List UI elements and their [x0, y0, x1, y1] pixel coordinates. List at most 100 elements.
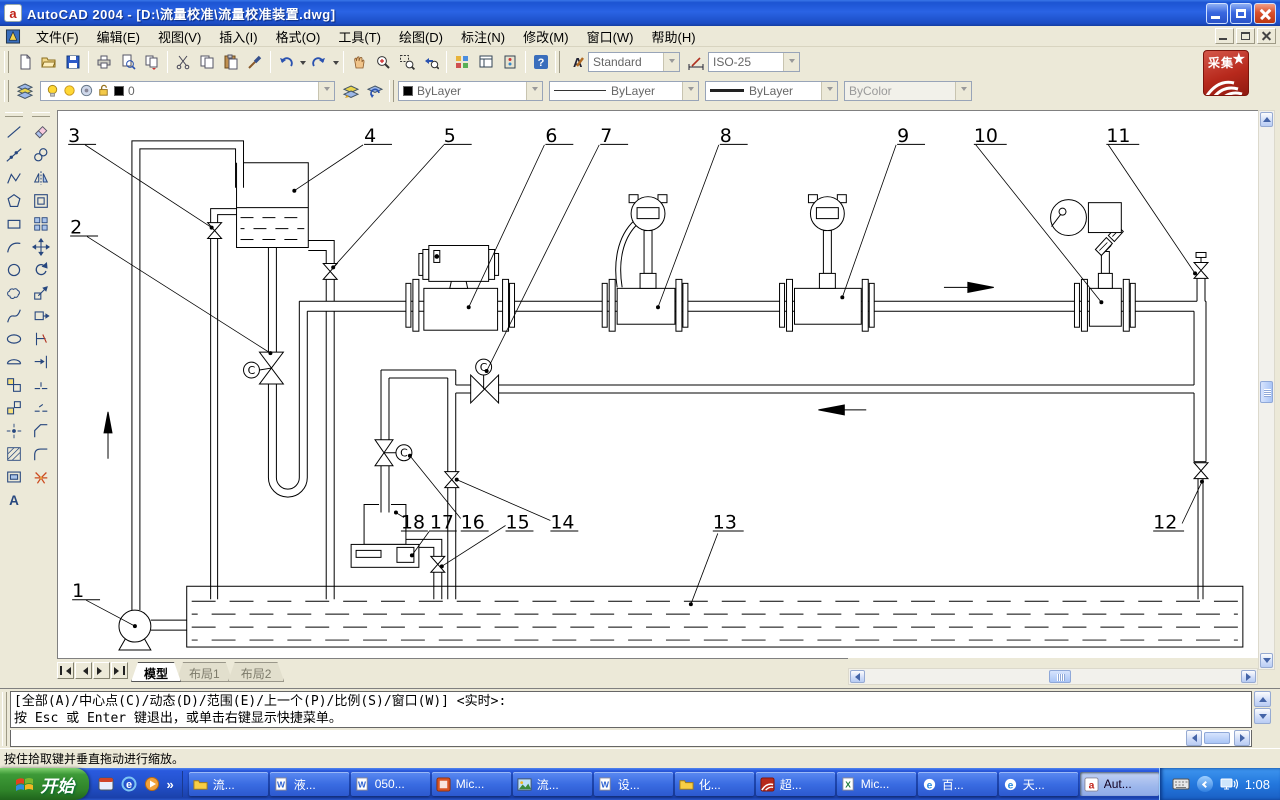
modify-erase-button[interactable]: [29, 120, 53, 143]
menu-view[interactable]: 视图(V): [149, 25, 210, 48]
text-style-combo[interactable]: Standard: [588, 52, 680, 72]
taskbar-task-autocad[interactable]: aAut...: [1080, 772, 1159, 796]
taskbar-task-app-red[interactable]: Mic...: [432, 772, 511, 796]
undo-dropdown[interactable]: [298, 50, 307, 74]
close-button[interactable]: [1254, 3, 1276, 24]
tab-prev-button[interactable]: [75, 662, 92, 679]
menu-file[interactable]: 文件(F): [27, 25, 88, 48]
control-valve-7[interactable]: C: [471, 359, 499, 403]
layer-thaw-sun-icon[interactable]: [62, 83, 77, 98]
start-button[interactable]: 开始: [0, 768, 89, 800]
flowmeter-9[interactable]: [780, 195, 875, 332]
plot-preview-button[interactable]: [116, 50, 140, 74]
command-input[interactable]: [10, 730, 1252, 747]
taskbar-task-word-1[interactable]: W液...: [270, 772, 349, 796]
toolbar-grip[interactable]: [32, 112, 50, 117]
modify-move-button[interactable]: [29, 235, 53, 258]
storage-tank-13[interactable]: [187, 586, 1243, 647]
taskbar-task-capture[interactable]: 超...: [756, 772, 835, 796]
pan-realtime-button[interactable]: [347, 50, 371, 74]
command-scroll-right-button[interactable]: [1234, 730, 1250, 746]
toolbar-grip[interactable]: [555, 51, 560, 73]
menu-tools[interactable]: 工具(T): [329, 25, 390, 48]
toolbar-grip[interactable]: [5, 112, 23, 117]
tab-next-button[interactable]: [93, 662, 110, 679]
menu-dimension[interactable]: 标注(N): [452, 25, 514, 48]
menu-window[interactable]: 窗口(W): [578, 25, 643, 48]
plot-button[interactable]: [92, 50, 116, 74]
modify-trim-button[interactable]: [29, 327, 53, 350]
modify-break-at-point-button[interactable]: [29, 373, 53, 396]
redo-dropdown[interactable]: [331, 50, 340, 74]
tab-last-button[interactable]: [111, 662, 128, 679]
menu-draw[interactable]: 绘图(D): [390, 25, 452, 48]
command-scroll-left-button[interactable]: [1186, 730, 1202, 746]
layer-previous-button[interactable]: [363, 79, 387, 103]
horizontal-scrollbar[interactable]: [848, 668, 1258, 685]
layer-combo[interactable]: 0: [40, 81, 335, 101]
taskbar-task-folder-1[interactable]: 流...: [189, 772, 268, 796]
mdi-minimize-button[interactable]: [1215, 28, 1234, 44]
menu-format[interactable]: 格式(O): [267, 25, 330, 48]
redo-button[interactable]: [307, 50, 331, 74]
tray-clock[interactable]: 1:08: [1245, 777, 1270, 792]
modify-scale-button[interactable]: [29, 281, 53, 304]
copy-clip-button[interactable]: [195, 50, 219, 74]
scroll-down-button[interactable]: [1260, 653, 1273, 668]
taskbar-task-image[interactable]: 流...: [513, 772, 592, 796]
tab-layout2[interactable]: 布局2: [228, 662, 285, 682]
linetype-combo[interactable]: ByLayer: [549, 81, 699, 101]
horizontal-scroll-thumb[interactable]: [1049, 670, 1071, 683]
layer-on-bulb-icon[interactable]: [45, 83, 60, 98]
command-scroll-up-button[interactable]: [1254, 691, 1271, 707]
pump-1[interactable]: [119, 610, 151, 650]
weighing-tank-18[interactable]: [364, 505, 406, 545]
zoom-window-button[interactable]: [395, 50, 419, 74]
chevron-down-icon[interactable]: [526, 82, 542, 100]
properties-button[interactable]: [450, 50, 474, 74]
modify-stretch-button[interactable]: [29, 304, 53, 327]
drawing-canvas[interactable]: C C C: [57, 110, 1258, 658]
cut-button[interactable]: [171, 50, 195, 74]
scroll-right-button[interactable]: [1241, 670, 1256, 683]
menu-edit[interactable]: 编辑(E): [88, 25, 149, 48]
vertical-scrollbar[interactable]: [1258, 110, 1275, 670]
draw-line-button[interactable]: [2, 120, 26, 143]
draw-circle-button[interactable]: [2, 258, 26, 281]
color-combo[interactable]: ByLayer: [398, 81, 543, 101]
mdi-restore-button[interactable]: [1236, 28, 1255, 44]
menu-help[interactable]: 帮助(H): [643, 25, 705, 48]
draw-hatch-button[interactable]: [2, 442, 26, 465]
chevron-down-icon[interactable]: [663, 53, 679, 71]
internet-explorer-icon[interactable]: e: [120, 776, 137, 793]
draw-multiline-text-button[interactable]: A: [2, 488, 26, 511]
modify-explode-button[interactable]: [29, 465, 53, 488]
quick-launch-app-icon[interactable]: [97, 776, 114, 793]
valve-12[interactable]: [1194, 463, 1208, 479]
zoom-realtime-button[interactable]: [371, 50, 395, 74]
draw-region-button[interactable]: [2, 465, 26, 488]
taskbar-task-ie-1[interactable]: e百...: [918, 772, 997, 796]
quick-launch-more[interactable]: »: [166, 777, 173, 792]
tray-collapse-icon[interactable]: [1197, 776, 1213, 792]
modify-mirror-button[interactable]: [29, 166, 53, 189]
make-object-layer-current-button[interactable]: [339, 79, 363, 103]
valve-3[interactable]: [208, 223, 222, 239]
layers-manager-button[interactable]: [13, 79, 37, 103]
media-player-icon[interactable]: [143, 776, 160, 793]
taskbar-task-word-2[interactable]: W050...: [351, 772, 430, 796]
scroll-up-button[interactable]: [1260, 112, 1273, 127]
chevron-down-icon[interactable]: [821, 82, 837, 100]
valve-15[interactable]: [431, 556, 445, 572]
tab-layout1[interactable]: 布局1: [176, 662, 233, 682]
modify-break-button[interactable]: [29, 396, 53, 419]
weighing-scale-17[interactable]: [351, 544, 419, 567]
publish-button[interactable]: [140, 50, 164, 74]
chevron-down-icon[interactable]: [682, 82, 698, 100]
draw-make-block-button[interactable]: [2, 396, 26, 419]
taskbar-task-folder-2[interactable]: 化...: [675, 772, 754, 796]
modify-copy-button[interactable]: [29, 143, 53, 166]
match-properties-button[interactable]: [243, 50, 267, 74]
chevron-down-icon[interactable]: [783, 53, 799, 71]
draw-polygon-button[interactable]: [2, 189, 26, 212]
